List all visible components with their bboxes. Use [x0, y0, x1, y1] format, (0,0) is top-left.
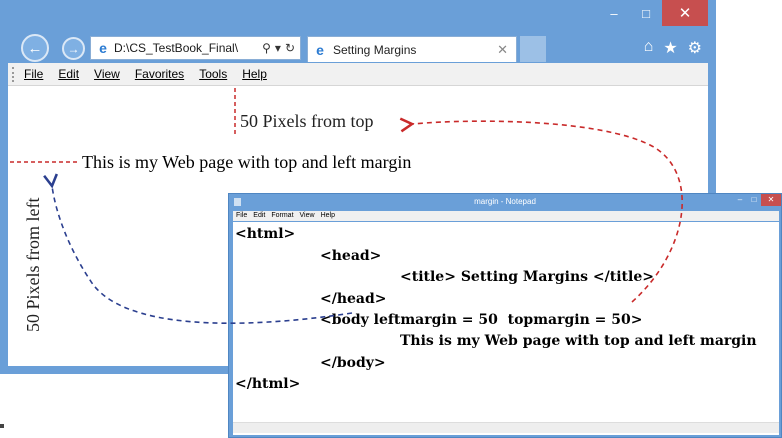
tab-setting-margins[interactable]: e Setting Margins ✕	[307, 36, 517, 62]
notepad-text-area[interactable]: <html> <head> <title> Setting Margins </…	[233, 222, 779, 435]
new-tab-button[interactable]	[520, 36, 546, 62]
menu-tools[interactable]: Tools	[199, 67, 227, 81]
left-margin-annotation: 50 Pixels from left	[23, 197, 43, 332]
menu-favorites[interactable]: Favorites	[135, 67, 184, 81]
notepad-menu-format[interactable]: Format	[271, 211, 293, 221]
back-button[interactable]: ←	[21, 34, 49, 62]
notepad-menu-file[interactable]: File	[236, 211, 247, 221]
menu-file[interactable]: File	[24, 67, 43, 81]
address-url[interactable]: D:\CS_TestBook_Final\	[114, 41, 262, 55]
notepad-menu-help[interactable]: Help	[321, 211, 335, 221]
notepad-menu-edit[interactable]: Edit	[253, 211, 265, 221]
refresh-icon[interactable]: ↻	[285, 41, 295, 55]
notepad-window: margin - Notepad – □ ✕ File Edit Format …	[228, 193, 782, 438]
code-line: This is my Web page with top and left ma…	[400, 333, 757, 349]
minimize-button[interactable]: –	[598, 0, 630, 26]
dropdown-icon[interactable]: ▾	[275, 41, 281, 55]
code-line: </body>	[320, 355, 386, 371]
menu-bar: File Edit View Favorites Tools Help	[8, 63, 708, 86]
top-margin-annotation: 50 Pixels from top	[240, 111, 374, 131]
forward-button[interactable]: →	[62, 37, 85, 60]
ie-tab-icon: e	[316, 41, 324, 58]
close-button[interactable]: ✕	[662, 0, 708, 26]
menu-view[interactable]: View	[94, 67, 120, 81]
notepad-scrollbar[interactable]	[233, 422, 779, 433]
address-bar[interactable]: e D:\CS_TestBook_Final\ ⚲ ▾ ↻	[90, 36, 301, 60]
tab-title: Setting Margins	[333, 42, 417, 57]
code-line: <head>	[320, 248, 382, 264]
code-line: <body leftmargin = 50 topmargin = 50>	[320, 312, 643, 328]
maximize-button[interactable]: □	[630, 0, 662, 26]
notepad-close-button[interactable]: ✕	[761, 194, 781, 206]
code-line: <html>	[235, 226, 296, 242]
notepad-title: margin - Notepad	[474, 197, 536, 206]
home-icon[interactable]: ⌂	[644, 38, 654, 58]
forward-arrow-icon: →	[67, 41, 80, 56]
favorites-star-icon[interactable]: ★	[663, 38, 677, 58]
notepad-maximize-button[interactable]: □	[747, 194, 761, 206]
menu-grip	[12, 66, 18, 82]
window-controls: – □ ✕	[598, 0, 708, 26]
notepad-menu-view[interactable]: View	[300, 211, 315, 221]
ie-page-icon: e	[99, 40, 107, 56]
menu-help[interactable]: Help	[242, 67, 267, 81]
tab-close-icon[interactable]: ✕	[497, 42, 508, 58]
stray-mark	[0, 424, 4, 428]
search-icon[interactable]: ⚲	[262, 41, 271, 55]
notepad-minimize-button[interactable]: –	[733, 194, 747, 206]
code-line: </html>	[235, 376, 301, 392]
page-body-text: This is my Web page with top and left ma…	[82, 152, 412, 172]
notepad-window-controls: – □ ✕	[733, 194, 781, 206]
settings-gear-icon[interactable]: ⚙	[688, 38, 702, 58]
notepad-menu-bar: File Edit Format View Help	[233, 211, 779, 221]
code-line: <title> Setting Margins </title>	[400, 269, 654, 285]
code-line: </head>	[320, 291, 387, 307]
menu-edit[interactable]: Edit	[58, 67, 79, 81]
back-arrow-icon: ←	[27, 39, 43, 57]
